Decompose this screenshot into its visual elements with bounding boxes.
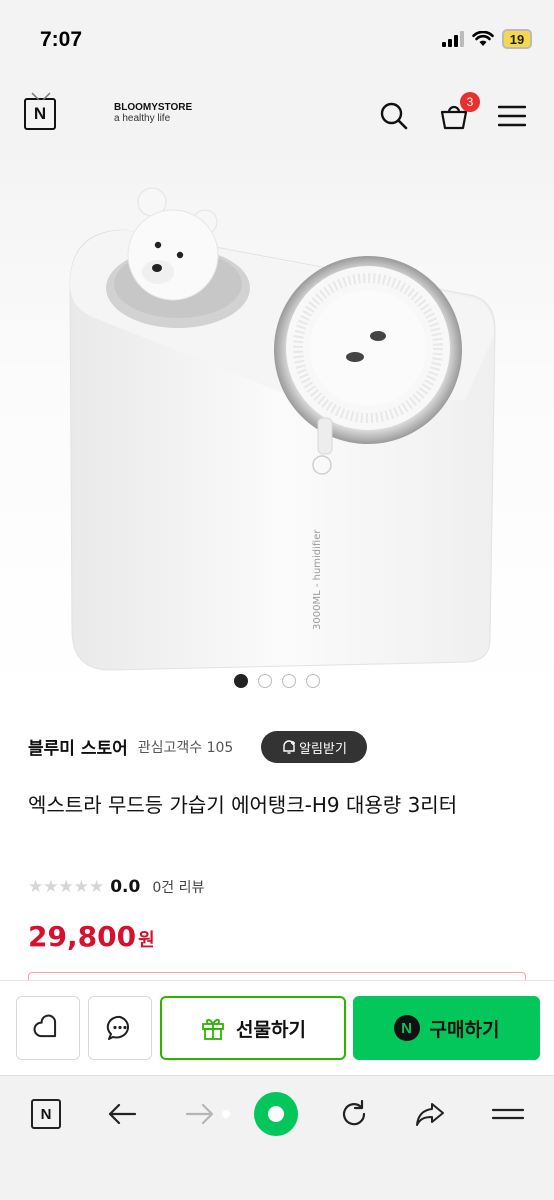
forward-button[interactable] <box>180 1094 220 1134</box>
buy-button[interactable]: N 구매하기 <box>353 996 540 1060</box>
rating-value: 0.0 <box>110 877 141 897</box>
status-bar: 7:07 19 <box>0 0 554 80</box>
like-button[interactable] <box>16 996 80 1060</box>
heart-icon <box>33 1014 57 1038</box>
refresh-button[interactable] <box>334 1094 374 1134</box>
slide-dot[interactable] <box>234 674 248 688</box>
fans-count: 관심고객수 105 <box>137 739 234 756</box>
gift-icon <box>202 1018 224 1040</box>
search-button[interactable] <box>376 98 412 134</box>
bell-plus-icon <box>283 740 296 754</box>
store-name-link[interactable]: 블루미 스토어 <box>28 734 128 759</box>
review-count: 0건 리뷰 <box>152 880 205 896</box>
menu-button[interactable] <box>494 98 530 134</box>
slide-dot[interactable] <box>306 674 320 688</box>
slide-dot[interactable] <box>258 674 272 688</box>
cart-count-badge: 3 <box>460 92 480 112</box>
wifi-icon <box>472 31 494 46</box>
naver-home-icon: N <box>31 1099 61 1129</box>
green-dot-icon <box>268 1106 284 1122</box>
slide-indicator <box>0 674 554 688</box>
gift-label: 선물하기 <box>236 1018 306 1041</box>
price-value: 29,800 <box>28 920 137 953</box>
talk-button[interactable] <box>88 996 152 1060</box>
refresh-icon <box>342 1099 366 1126</box>
logo-decoration-icon <box>31 92 51 101</box>
slide-dot[interactable] <box>282 674 296 688</box>
brand-name: BLOOMYSTORE <box>114 102 193 113</box>
status-icons: 19 <box>442 29 532 49</box>
buy-label: 구매하기 <box>429 1018 500 1041</box>
status-time: 7:07 <box>40 28 83 51</box>
green-dot-button[interactable] <box>254 1092 298 1136</box>
back-button[interactable] <box>102 1094 142 1134</box>
page-dot-icon <box>222 1110 230 1118</box>
store-info-row: 블루미 스토어 관심고객수 105 <box>28 734 233 759</box>
notify-label: 알림받기 <box>299 741 347 757</box>
menu-lines-icon <box>492 1108 524 1120</box>
product-price: 29,800 원 <box>28 920 155 953</box>
price-unit: 원 <box>138 930 155 951</box>
bear-figure <box>127 187 219 301</box>
star-rating-icon: ★★★★★ <box>28 877 105 897</box>
browser-home-button[interactable]: N <box>26 1094 66 1134</box>
hamburger-menu-icon <box>498 105 526 127</box>
share-arrow-icon <box>416 1103 444 1126</box>
store-brand[interactable]: BLOOMYSTORE a healthy life <box>114 102 192 124</box>
share-button[interactable] <box>410 1094 450 1134</box>
product-title: 엑스트라 무드등 가습기 에어탱크-H9 대용량 3리터 <box>28 793 458 817</box>
battery-icon: 19 <box>502 29 532 49</box>
arrow-left-icon <box>108 1103 137 1125</box>
cellular-signal-icon <box>442 31 464 47</box>
naver-home-logo[interactable]: N <box>24 98 56 130</box>
chat-bubble-icon <box>106 1015 130 1040</box>
humidifier-illustration: 3000ML - humidifier <box>69 187 496 671</box>
product-image[interactable]: 3000ML - humidifier <box>0 160 554 700</box>
arrow-right-icon <box>185 1103 214 1125</box>
gift-button[interactable]: 선물하기 <box>160 996 346 1060</box>
rating-row[interactable]: ★★★★★ 0.0 0건 리뷰 <box>28 877 204 897</box>
brand-tagline: a healthy life <box>114 113 171 124</box>
browser-menu-button[interactable] <box>488 1094 528 1134</box>
notify-button[interactable]: 알림받기 <box>261 731 367 763</box>
capacity-print: 3000ML - humidifier <box>312 529 323 630</box>
naver-pay-icon: N <box>393 1015 420 1041</box>
search-icon <box>380 102 408 130</box>
cart-button[interactable]: 3 <box>436 92 480 134</box>
